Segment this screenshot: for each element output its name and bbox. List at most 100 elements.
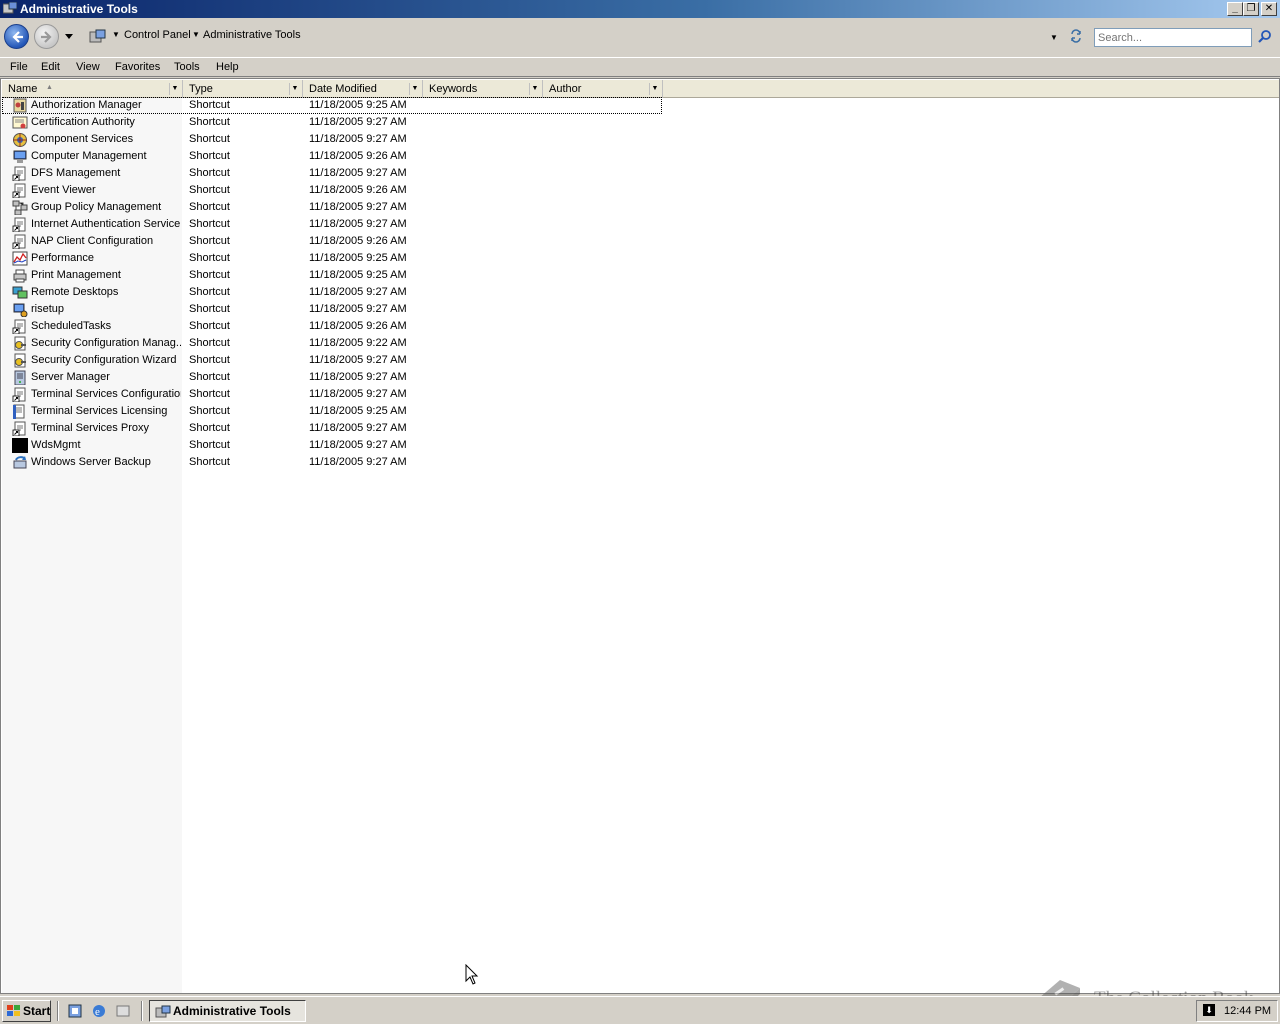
row-name: NAP Client Configuration — [31, 235, 154, 247]
component-services-icon — [13, 133, 27, 147]
table-row[interactable]: Terminal Services Configuration Shortcut 1… — [2, 386, 662, 403]
breadcrumb-administrative-tools[interactable]: Administrative Tools — [203, 29, 301, 41]
authorization-manager-icon — [13, 98, 27, 113]
table-row[interactable]: Terminal Services Proxy Shortcut 11/18/200… — [2, 420, 662, 437]
tray-download-icon[interactable]: ⬇ — [1203, 1004, 1215, 1016]
table-row[interactable]: Security Configuration Manag... Shortcut 1… — [2, 335, 662, 352]
column-filter-dropdown[interactable]: ▼ — [289, 83, 300, 95]
clock[interactable]: 12:44 PM — [1224, 1005, 1271, 1017]
restore-button[interactable]: ❐ — [1243, 2, 1259, 16]
search-icon[interactable] — [1257, 29, 1273, 45]
refresh-icon[interactable] — [1069, 29, 1083, 43]
column-keywords[interactable]: Keywords ▼ — [423, 80, 543, 98]
file-list[interactable]: Name ▲ ▼ Type ▼ Date Modified ▼ Keywords… — [0, 78, 1280, 994]
column-filter-dropdown[interactable]: ▼ — [169, 83, 180, 95]
column-type[interactable]: Type ▼ — [183, 80, 303, 98]
table-row[interactable]: Performance Shortcut 11/18/2005 9:25 AM — [2, 250, 662, 267]
table-row[interactable]: Remote Desktops Shortcut 11/18/2005 9:27 A… — [2, 284, 662, 301]
row-date-modified: 11/18/2005 9:26 AM — [309, 184, 407, 196]
row-name: Windows Server Backup — [31, 456, 151, 468]
document-shortcut-icon — [12, 421, 26, 436]
row-name: Performance — [31, 252, 94, 264]
row-name: Terminal Services Configuration — [31, 388, 181, 400]
column-filter-dropdown[interactable]: ▼ — [409, 83, 420, 95]
table-row[interactable]: Server Manager Shortcut 11/18/2005 9:27 AM — [2, 369, 662, 386]
start-button[interactable]: Start — [2, 1000, 51, 1022]
menu-help[interactable]: Help — [216, 61, 239, 73]
table-row[interactable]: Event Viewer Shortcut 11/18/2005 9:26 AM — [2, 182, 662, 199]
table-row[interactable]: Certification Authority Shortcut 11/18/200… — [2, 114, 662, 131]
row-type: Shortcut — [189, 218, 230, 230]
minimize-button[interactable]: _ — [1227, 2, 1243, 16]
table-row[interactable]: Terminal Services Licensing Shortcut 11/18… — [2, 403, 662, 420]
address-dropdown-icon[interactable]: ▼ — [1050, 33, 1058, 42]
menu-file[interactable]: File — [10, 61, 28, 73]
row-type: Shortcut — [189, 269, 230, 281]
row-type: Shortcut — [189, 252, 230, 264]
print-management-icon — [13, 269, 27, 283]
row-date-modified: 11/18/2005 9:27 AM — [309, 167, 407, 179]
window-title: Administrative Tools — [20, 2, 138, 16]
column-date-modified[interactable]: Date Modified ▼ — [303, 80, 423, 98]
row-type: Shortcut — [189, 133, 230, 145]
column-header: Name ▲ ▼ Type ▼ Date Modified ▼ Keywords… — [2, 80, 1279, 98]
internet-explorer-icon[interactable]: e — [91, 1003, 107, 1019]
table-row[interactable]: Print Management Shortcut 11/18/2005 9:25 … — [2, 267, 662, 284]
row-name: Authorization Manager — [31, 99, 142, 111]
table-row[interactable]: WdsMgmt Shortcut 11/18/2005 9:27 AM — [2, 437, 662, 454]
table-row[interactable]: DFS Management Shortcut 11/18/2005 9:27 AM — [2, 165, 662, 182]
row-date-modified: 11/18/2005 9:27 AM — [309, 201, 407, 213]
column-filter-dropdown[interactable]: ▼ — [529, 83, 540, 95]
menu-tools[interactable]: Tools — [174, 61, 200, 73]
table-row[interactable]: ScheduledTasks Shortcut 11/18/2005 9:26 AM — [2, 318, 662, 335]
breadcrumb-arrow-icon[interactable]: ▼ — [192, 30, 200, 39]
document-shortcut-icon — [12, 387, 26, 402]
menu-favorites[interactable]: Favorites — [115, 61, 160, 73]
table-row[interactable]: Component Services Shortcut 11/18/2005 9:2… — [2, 131, 662, 148]
row-type: Shortcut — [189, 235, 230, 247]
column-filter-dropdown[interactable]: ▼ — [649, 83, 660, 95]
row-name: Group Policy Management — [31, 201, 162, 213]
row-type: Shortcut — [189, 354, 230, 366]
row-type: Shortcut — [189, 388, 230, 400]
group-policy-icon — [12, 200, 28, 215]
recent-pages-dropdown[interactable] — [64, 31, 74, 41]
row-type: Shortcut — [189, 286, 230, 298]
row-date-modified: 11/18/2005 9:26 AM — [309, 150, 407, 162]
column-name[interactable]: Name ▲ ▼ — [2, 80, 183, 98]
search-input[interactable] — [1094, 28, 1252, 47]
back-button[interactable] — [4, 24, 29, 49]
row-type: Shortcut — [189, 422, 230, 434]
sort-ascending-icon: ▲ — [46, 84, 53, 91]
table-row[interactable]: NAP Client Configuration Shortcut 11/18/20… — [2, 233, 662, 250]
table-row[interactable]: Security Configuration Wizard Shortcut 11/… — [2, 352, 662, 369]
row-type: Shortcut — [189, 184, 230, 196]
column-author[interactable]: Author ▼ — [543, 80, 663, 98]
row-name: risetup — [31, 303, 65, 315]
row-date-modified: 11/18/2005 9:27 AM — [309, 286, 407, 298]
taskbar: Start e Administrative Tools ⬇ 12:44 PM — [0, 996, 1280, 1024]
row-date-modified: 11/18/2005 9:27 AM — [309, 439, 407, 451]
close-button[interactable]: ✕ — [1261, 2, 1277, 16]
black-square-icon — [12, 438, 28, 453]
menu-view[interactable]: View — [76, 61, 100, 73]
row-type: Shortcut — [189, 337, 230, 349]
row-date-modified: 11/18/2005 9:27 AM — [309, 422, 407, 434]
row-type: Shortcut — [189, 303, 230, 315]
table-row[interactable]: Group Policy Management Shortcut 11/18/200… — [2, 199, 662, 216]
table-row[interactable]: Internet Authentication Service Shortcut 1… — [2, 216, 662, 233]
forward-button[interactable] — [34, 24, 59, 49]
server-manager-quicklaunch-icon[interactable] — [67, 1003, 83, 1019]
table-row[interactable]: Computer Management Shortcut 11/18/2005 9:… — [2, 148, 662, 165]
row-date-modified: 11/18/2005 9:27 AM — [309, 116, 407, 128]
breadcrumb-arrow-icon[interactable]: ▼ — [112, 30, 120, 39]
show-desktop-icon[interactable] — [115, 1003, 131, 1019]
row-date-modified: 11/18/2005 9:26 AM — [309, 320, 407, 332]
table-row[interactable]: Authorization Manager Shortcut 11/18/2005 … — [2, 97, 662, 114]
document-shortcut-icon — [12, 234, 26, 249]
taskbar-button-administrative-tools[interactable]: Administrative Tools — [149, 1000, 306, 1022]
table-row[interactable]: Windows Server Backup Shortcut 11/18/2005 … — [2, 454, 662, 471]
breadcrumb-control-panel[interactable]: Control Panel — [124, 29, 191, 41]
menu-edit[interactable]: Edit — [41, 61, 60, 73]
table-row[interactable]: risetup Shortcut 11/18/2005 9:27 AM — [2, 301, 662, 318]
